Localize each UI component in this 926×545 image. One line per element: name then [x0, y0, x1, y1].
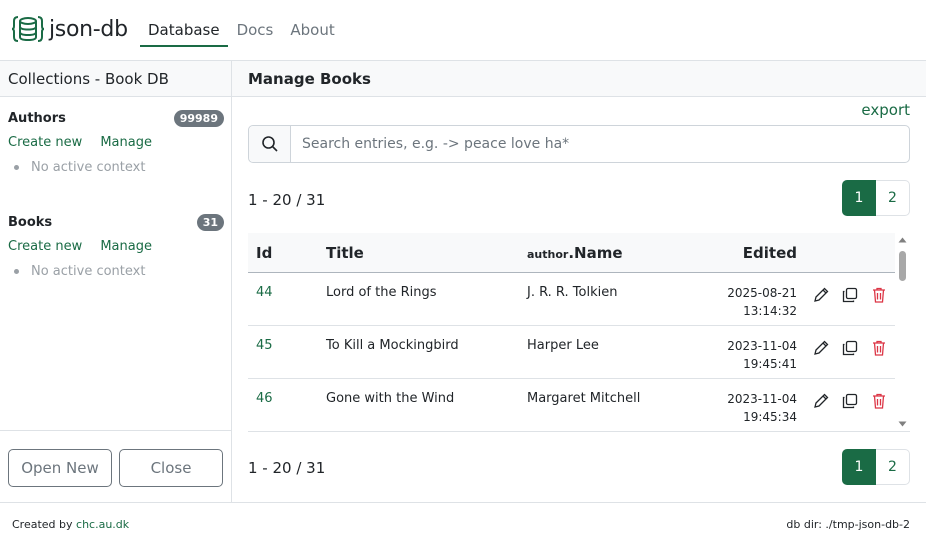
count-badge: 99989: [173, 109, 224, 127]
open-new-button[interactable]: Open New: [8, 449, 112, 487]
top-navbar: json-db Database Docs About: [0, 0, 926, 61]
bullet-icon: [14, 269, 19, 274]
manage-link[interactable]: Manage: [100, 135, 152, 150]
db-dir: db dir: ./tmp-json-db-2: [786, 518, 910, 531]
books-table: Id Title author.Name Edited 44 Lord of t…: [248, 233, 910, 432]
row-edited: 2023-11-04 19:45:34: [727, 390, 797, 426]
manage-panel: Manage Books export 1 - 20 / 31 1 2 Id T…: [232, 61, 926, 502]
row-id[interactable]: 44: [256, 285, 273, 300]
nav-database[interactable]: Database: [140, 0, 228, 47]
collection-authors: Authors 99989 Create new Manage No activ…: [8, 107, 224, 175]
copy-icon[interactable]: [841, 339, 858, 357]
row-id[interactable]: 45: [256, 338, 273, 353]
scroll-up-icon[interactable]: [898, 237, 907, 243]
copy-icon[interactable]: [841, 286, 858, 304]
edit-icon[interactable]: [812, 286, 829, 304]
count-badge: 31: [196, 213, 224, 231]
edited-time: 19:45:41: [743, 357, 797, 371]
copy-icon[interactable]: [841, 392, 858, 410]
main-nav: Database Docs About: [140, 0, 344, 61]
edited-time: 13:14:32: [743, 304, 797, 318]
scrollbar-thumb[interactable]: [899, 251, 906, 281]
collection-name: Authors: [8, 110, 66, 126]
row-title: To Kill a Mockingbird: [326, 338, 459, 353]
column-header-title[interactable]: Title: [326, 233, 364, 273]
delete-icon[interactable]: [870, 339, 886, 357]
table-row[interactable]: 46 Gone with the Wind Margaret Mitchell …: [248, 379, 895, 431]
table-scrollbar[interactable]: [895, 233, 910, 431]
page-button-1[interactable]: 1: [842, 449, 876, 485]
collections-sidebar: Collections - Book DB Authors 99989 Crea…: [0, 61, 232, 502]
edit-icon[interactable]: [812, 392, 829, 410]
collection-books: Books 31 Create new Manage No active con…: [8, 211, 224, 279]
page-button-1[interactable]: 1: [842, 180, 876, 216]
scroll-down-icon[interactable]: [898, 421, 907, 427]
brand[interactable]: json-db: [11, 14, 128, 44]
column-header-author[interactable]: author.Name: [527, 233, 623, 275]
page-footer: Created by chc.au.dk db dir: ./tmp-json-…: [0, 502, 926, 545]
edited-date: 2025-08-21: [727, 286, 797, 300]
pagination-bottom: 1 2: [842, 449, 910, 485]
column-header-id[interactable]: Id: [256, 233, 272, 273]
edited-date: 2023-11-04: [727, 392, 797, 406]
created-by: Created by chc.au.dk: [12, 518, 129, 531]
range-label-bottom: 1 - 20 / 31: [248, 459, 326, 477]
context-status: No active context: [31, 160, 146, 175]
row-id[interactable]: 46: [256, 391, 273, 406]
row-edited: 2025-08-21 13:14:32: [727, 284, 797, 320]
table-row[interactable]: 45 To Kill a Mockingbird Harper Lee 2023…: [248, 326, 895, 379]
table-header: Id Title author.Name Edited: [248, 233, 895, 273]
column-header-author-field: Name: [574, 244, 623, 262]
page-button-2[interactable]: 2: [876, 449, 910, 485]
export-link[interactable]: export: [861, 101, 910, 119]
table-row[interactable]: 44 Lord of the Rings J. R. R. Tolkien 20…: [248, 273, 895, 326]
search-group: [248, 125, 910, 163]
context-status: No active context: [31, 264, 146, 279]
create-new-link[interactable]: Create new: [8, 239, 82, 254]
delete-icon[interactable]: [870, 286, 886, 304]
row-author: J. R. R. Tolkien: [527, 285, 618, 300]
page-button-2[interactable]: 2: [876, 180, 910, 216]
edited-date: 2023-11-04: [727, 339, 797, 353]
row-title: Lord of the Rings: [326, 285, 437, 300]
created-by-prefix: Created by: [12, 518, 73, 531]
row-author: Harper Lee: [527, 338, 599, 353]
range-label-top: 1 - 20 / 31: [248, 191, 326, 209]
search-input[interactable]: [291, 126, 909, 162]
close-button[interactable]: Close: [119, 449, 223, 487]
delete-icon[interactable]: [870, 392, 886, 410]
create-new-link[interactable]: Create new: [8, 135, 82, 150]
bullet-icon: [14, 165, 19, 170]
pagination-top: 1 2: [842, 180, 910, 216]
search-icon: [249, 126, 291, 162]
page-title: Manage Books: [232, 61, 926, 97]
row-title: Gone with the Wind: [326, 391, 455, 406]
sidebar-title: Collections - Book DB: [0, 61, 231, 97]
created-by-link[interactable]: chc.au.dk: [76, 518, 129, 531]
row-author: Margaret Mitchell: [527, 391, 641, 406]
nav-docs[interactable]: Docs: [229, 0, 282, 47]
sidebar-footer: Open New Close: [0, 430, 231, 502]
row-edited: 2023-11-04 19:45:41: [727, 337, 797, 373]
database-braces-icon: [11, 14, 45, 44]
column-header-edited[interactable]: Edited: [743, 233, 797, 273]
collection-name: Books: [8, 214, 53, 230]
manage-link[interactable]: Manage: [100, 239, 152, 254]
app-name: json-db: [49, 16, 128, 42]
column-header-author-prefix: author: [527, 248, 569, 261]
edit-icon[interactable]: [812, 339, 829, 357]
nav-about[interactable]: About: [282, 0, 342, 47]
edited-time: 19:45:34: [743, 410, 797, 424]
